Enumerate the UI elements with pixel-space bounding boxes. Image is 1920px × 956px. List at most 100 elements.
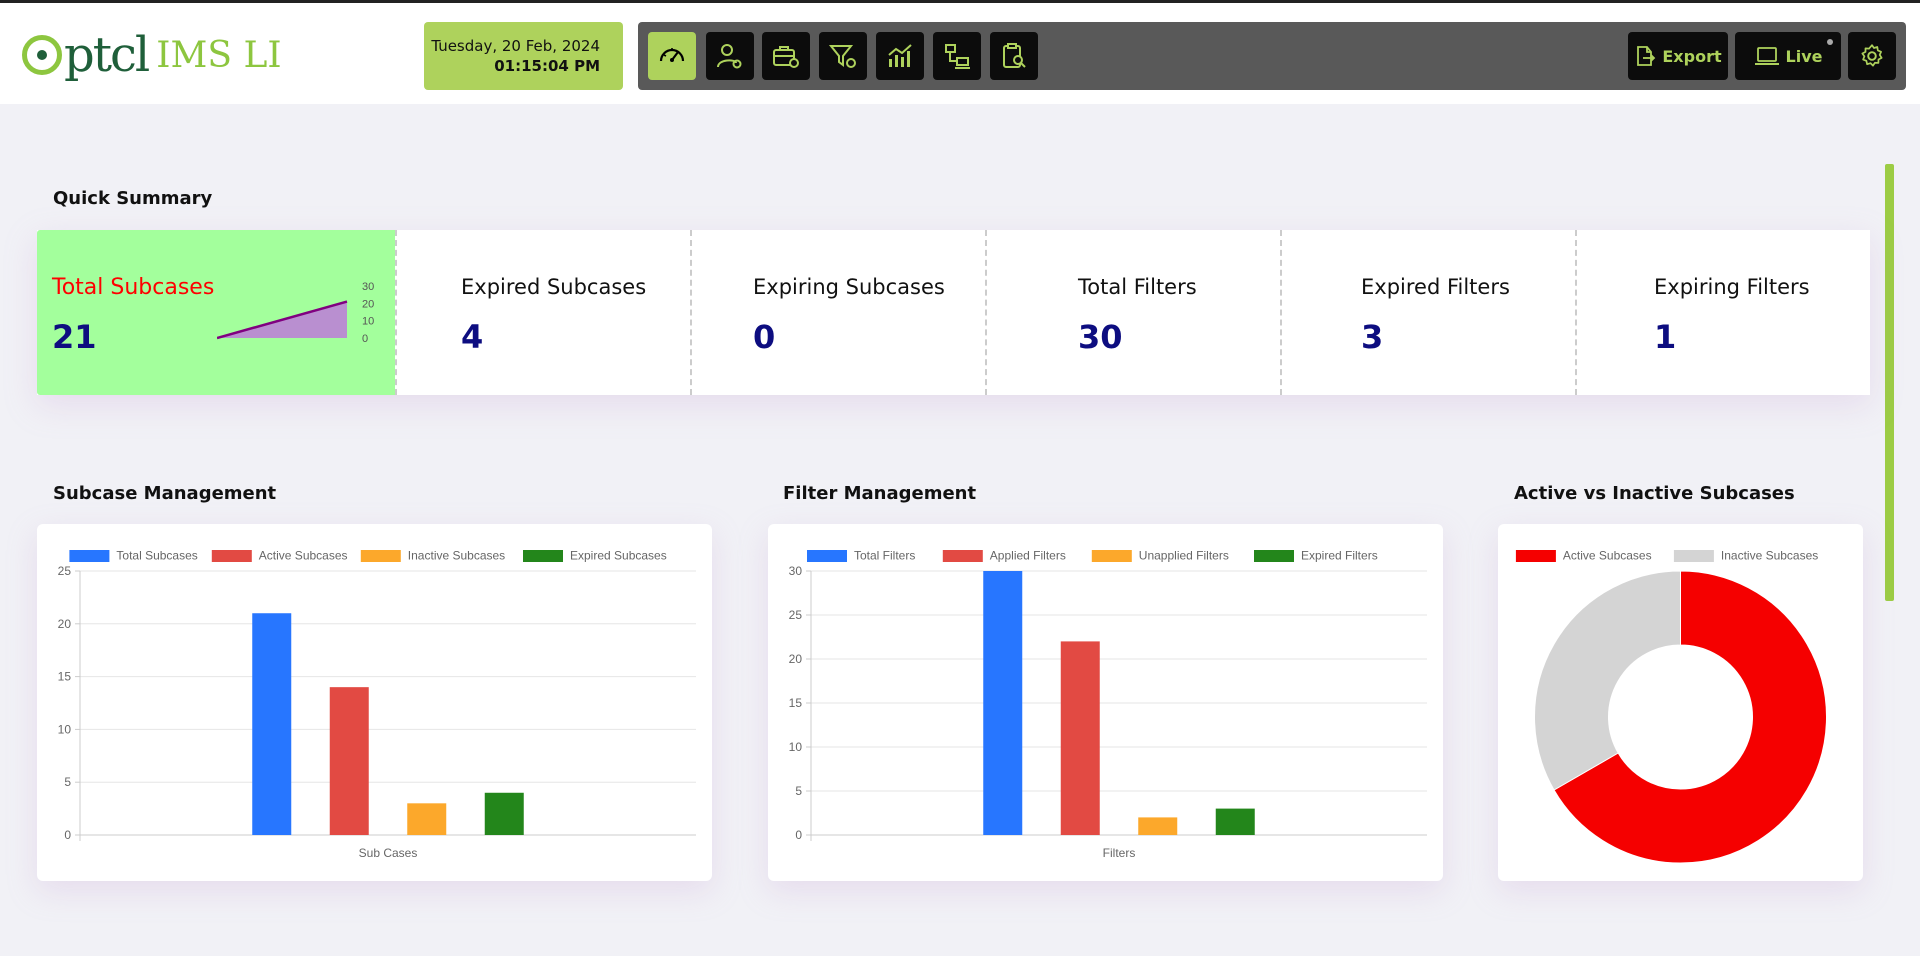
y-tick-label: 10 [58, 722, 72, 736]
y-tick-label: 30 [789, 564, 803, 578]
filter-settings-icon [828, 45, 856, 68]
legend-label: Inactive Subcases [1721, 549, 1818, 563]
summary-card-total-filters[interactable]: Total Filters 30 [985, 230, 1280, 395]
bar [1215, 808, 1255, 835]
y-tick-label: 10 [789, 740, 803, 754]
sparkline-chart: 30 20 10 0 [217, 282, 374, 342]
summary-card-expiring-subcases[interactable]: Expiring Subcases 0 [690, 230, 985, 395]
summary-card-expired-filters[interactable]: Expired Filters 3 [1280, 230, 1575, 395]
filter-management-button[interactable] [819, 32, 867, 80]
legend-swatch [942, 550, 983, 562]
export-label: Export [1662, 46, 1722, 66]
y-tick-label: 5 [64, 775, 71, 789]
y-tick-label: 0 [795, 828, 802, 842]
legend-swatch [211, 550, 252, 562]
legend-swatch [1673, 550, 1714, 562]
reports-button[interactable] [990, 32, 1038, 80]
summary-label: Expiring Filters [1654, 275, 1810, 299]
bar [1138, 817, 1178, 835]
bar [484, 792, 524, 835]
user-settings-icon [717, 44, 742, 69]
legend-label: Active Subcases [259, 549, 348, 563]
sparkline-tick-label: 30 [362, 282, 374, 293]
legend-label: Unapplied Filters [1139, 549, 1229, 563]
quick-summary-title: Quick Summary [53, 188, 213, 209]
y-tick-label: 25 [58, 564, 72, 578]
sparkline-tick-label: 0 [362, 333, 368, 342]
subcase-bar-chart: Total Subcases Active Subcases Inactive Su… [58, 549, 696, 860]
bar [329, 687, 369, 835]
briefcase-settings-icon [773, 46, 799, 68]
current-time: 01:15:04 PM [494, 57, 600, 75]
legend-label: Total Filters [854, 549, 915, 563]
sparkline-tick-label: 10 [362, 316, 374, 328]
summary-label: Expired Filters [1361, 275, 1510, 299]
y-tick-label: 25 [789, 608, 803, 622]
analytics-chart-icon [888, 44, 912, 67]
summary-value: 3 [1361, 318, 1384, 356]
live-status-dot [1827, 39, 1833, 45]
datetime-display: Tuesday, 20 Feb, 2024 01:15:04 PM [424, 22, 623, 90]
legend-swatch [69, 550, 110, 562]
legend-label: Expired Subcases [570, 549, 667, 563]
logo-brand: ptcl [22, 27, 150, 83]
legend-swatch [807, 550, 847, 562]
legend-swatch [1515, 550, 1556, 562]
y-tick-label: 15 [58, 670, 72, 684]
summary-label: Expired Subcases [461, 275, 647, 299]
bar [983, 571, 1023, 835]
ptcl-logo[interactable]: ptcl IMS LI [22, 25, 282, 85]
summary-card-total-subcases[interactable]: Total Subcases 21 30 20 10 0 [37, 230, 395, 395]
legend-label: Applied Filters [990, 549, 1066, 563]
active-inactive-chart-card: Active Subcases Inactive Subcases [1498, 524, 1863, 881]
dashboard-button[interactable] [648, 32, 696, 80]
analytics-button[interactable] [876, 32, 924, 80]
export-button[interactable]: Export [1628, 32, 1728, 80]
legend-label: Inactive Subcases [408, 549, 505, 563]
x-axis-label: Filters [1103, 846, 1136, 860]
sparkline-tick-label: 20 [362, 298, 374, 310]
summary-label: Total Filters [1078, 275, 1197, 299]
summary-value: 21 [52, 318, 97, 356]
quick-summary-panel: Total Subcases 21 30 20 10 0 Expired Subcas… [37, 230, 1870, 395]
live-button[interactable]: Live [1735, 32, 1841, 80]
case-management-button[interactable] [762, 32, 810, 80]
export-icon [1637, 46, 1656, 66]
current-date: Tuesday, 20 Feb, 2024 [431, 37, 600, 55]
clipboard-search-icon [1003, 43, 1026, 68]
network-button[interactable] [933, 32, 981, 80]
y-tick-label: 0 [64, 828, 71, 842]
subcase-chart-card: Total Subcases Active Subcases Inactive Su… [37, 524, 712, 881]
legend-swatch [1254, 550, 1294, 562]
summary-value: 4 [461, 318, 484, 356]
bar [407, 803, 447, 835]
summary-card-expiring-filters[interactable]: Expiring Filters 1 [1575, 230, 1870, 395]
summary-value: 30 [1078, 318, 1123, 356]
logo-brand-text: ptcl [64, 27, 150, 83]
user-management-button[interactable] [706, 32, 754, 80]
bar [1060, 641, 1100, 835]
app-header: ptcl IMS LI Tuesday, 20 Feb, 2024 01:15:… [0, 3, 1920, 104]
filter-management-title: Filter Management [783, 483, 977, 504]
scroll-indicator[interactable] [1885, 164, 1894, 601]
summary-label: Total Subcases [52, 275, 215, 300]
laptop-icon [1754, 47, 1779, 65]
y-tick-label: 15 [789, 696, 803, 710]
active-inactive-donut-chart: Active Subcases Inactive Subcases [1515, 549, 1827, 864]
bar [252, 613, 292, 835]
gear-icon [1861, 44, 1883, 67]
settings-button[interactable] [1848, 32, 1896, 80]
summary-card-expired-subcases[interactable]: Expired Subcases 4 [395, 230, 690, 395]
dashboard-gauge-icon [659, 48, 685, 62]
legend-label: Active Subcases [1563, 549, 1652, 563]
x-axis-label: Sub Cases [359, 846, 418, 860]
legend-swatch [360, 550, 401, 562]
subcase-management-title: Subcase Management [53, 483, 277, 504]
summary-value: 0 [753, 318, 776, 356]
legend-swatch [523, 550, 563, 562]
main-toolbar: Export Live [638, 22, 1906, 90]
legend-label: Expired Filters [1301, 549, 1378, 563]
y-tick-label: 5 [795, 784, 802, 798]
y-tick-label: 20 [58, 617, 72, 631]
legend-swatch [1091, 550, 1132, 562]
